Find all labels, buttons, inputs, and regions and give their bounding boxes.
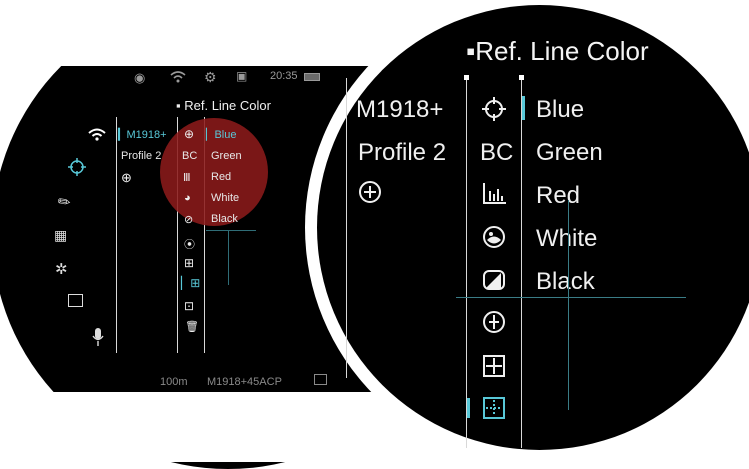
zoom-color-item[interactable]: White bbox=[536, 225, 597, 253]
wifi-icon[interactable] bbox=[88, 127, 106, 146]
zoom-crosshair-icon[interactable] bbox=[481, 96, 507, 127]
zoom-menu-title: ▪Ref. Line Color bbox=[466, 36, 649, 66]
status-time: 20:35 bbox=[270, 70, 298, 82]
zoom-color-item-selected[interactable]: Blue bbox=[536, 96, 584, 124]
mic-icon[interactable] bbox=[92, 328, 104, 351]
zoom-divider bbox=[521, 78, 522, 448]
zoom-profile-selected[interactable]: M1918+ bbox=[356, 96, 443, 124]
profile-item[interactable]: Profile 2 bbox=[121, 150, 161, 162]
color-item[interactable]: Red bbox=[211, 171, 231, 183]
zoom-ref-line-icon[interactable] bbox=[482, 310, 506, 339]
zoom-view bbox=[317, 5, 749, 450]
zoom-code-bc[interactable]: BC bbox=[480, 139, 513, 167]
aperture-icon[interactable]: ✲ bbox=[55, 260, 68, 278]
color-item[interactable]: Green bbox=[211, 150, 242, 162]
crosshair-icon[interactable] bbox=[68, 158, 86, 181]
color-item[interactable]: White bbox=[211, 192, 239, 204]
display-icon: ▣ bbox=[236, 69, 248, 83]
menu-title: ▪ Ref. Line Color bbox=[176, 98, 271, 113]
distance-label: 100m bbox=[160, 376, 188, 388]
delete-icon[interactable]: 🗑 bbox=[185, 320, 199, 333]
zoom-color-item[interactable]: Black bbox=[536, 268, 595, 296]
ballistic-chart-icon[interactable]: Ⅲ bbox=[183, 171, 191, 184]
battery-icon bbox=[304, 73, 320, 81]
divider-handle bbox=[464, 75, 469, 80]
ref-line-horizontal bbox=[206, 230, 256, 231]
gear-icon: ⚙ bbox=[204, 69, 217, 85]
eye-icon: ◉ bbox=[134, 70, 146, 85]
zoom-ref-line-horizontal bbox=[456, 297, 686, 298]
crosshair-small-icon[interactable]: ⊕ bbox=[184, 127, 194, 141]
zoom-ref-line-vertical bbox=[568, 200, 569, 410]
zoom-divider bbox=[346, 78, 347, 378]
fullscreen-icon[interactable] bbox=[314, 374, 327, 385]
media-icon[interactable]: ▦ bbox=[54, 227, 67, 244]
zoom-grid-selected-icon[interactable] bbox=[482, 396, 506, 425]
color-item-selected[interactable]: ▏Blue bbox=[206, 128, 237, 141]
color-item[interactable]: Black bbox=[211, 213, 238, 225]
zoom-color-selection-bar bbox=[522, 96, 525, 120]
grid-alt-icon[interactable]: ⊡ bbox=[184, 299, 194, 313]
grid-icon[interactable]: ⊞ bbox=[184, 256, 194, 270]
code-bc[interactable]: BC bbox=[182, 150, 197, 162]
ref-line-icon[interactable]: ⦿ bbox=[184, 236, 195, 252]
zoom-contrast-icon[interactable] bbox=[482, 268, 506, 297]
zoom-color-item[interactable]: Green bbox=[536, 139, 603, 167]
zoom-color-picker-icon[interactable] bbox=[482, 225, 506, 254]
zoom-color-item[interactable]: Red bbox=[536, 182, 580, 210]
profile-name-label: M1918+45ACP bbox=[207, 376, 282, 388]
zoom-grid-icon[interactable] bbox=[482, 354, 506, 383]
divider-handle bbox=[519, 75, 524, 80]
zoom-ballistic-chart-icon[interactable] bbox=[482, 183, 506, 210]
ref-line-vertical bbox=[228, 230, 229, 285]
zoom-selection-bar bbox=[467, 398, 470, 418]
frame-icon[interactable] bbox=[68, 294, 83, 307]
add-icon[interactable]: ⊕ bbox=[121, 170, 132, 186]
wifi-status-icon bbox=[170, 70, 186, 86]
divider bbox=[116, 117, 117, 353]
profile-item-selected[interactable]: ▎M1918+ bbox=[118, 128, 167, 141]
zoom-divider bbox=[466, 78, 467, 448]
grid-selected-icon[interactable]: ▏⊞ bbox=[181, 276, 200, 290]
zoom-add-icon[interactable] bbox=[358, 180, 382, 209]
zoom-profile-item[interactable]: Profile 2 bbox=[358, 139, 446, 167]
color-picker-icon[interactable]: ◕ bbox=[184, 192, 191, 204]
contrast-icon[interactable]: ⊘ bbox=[184, 213, 193, 226]
